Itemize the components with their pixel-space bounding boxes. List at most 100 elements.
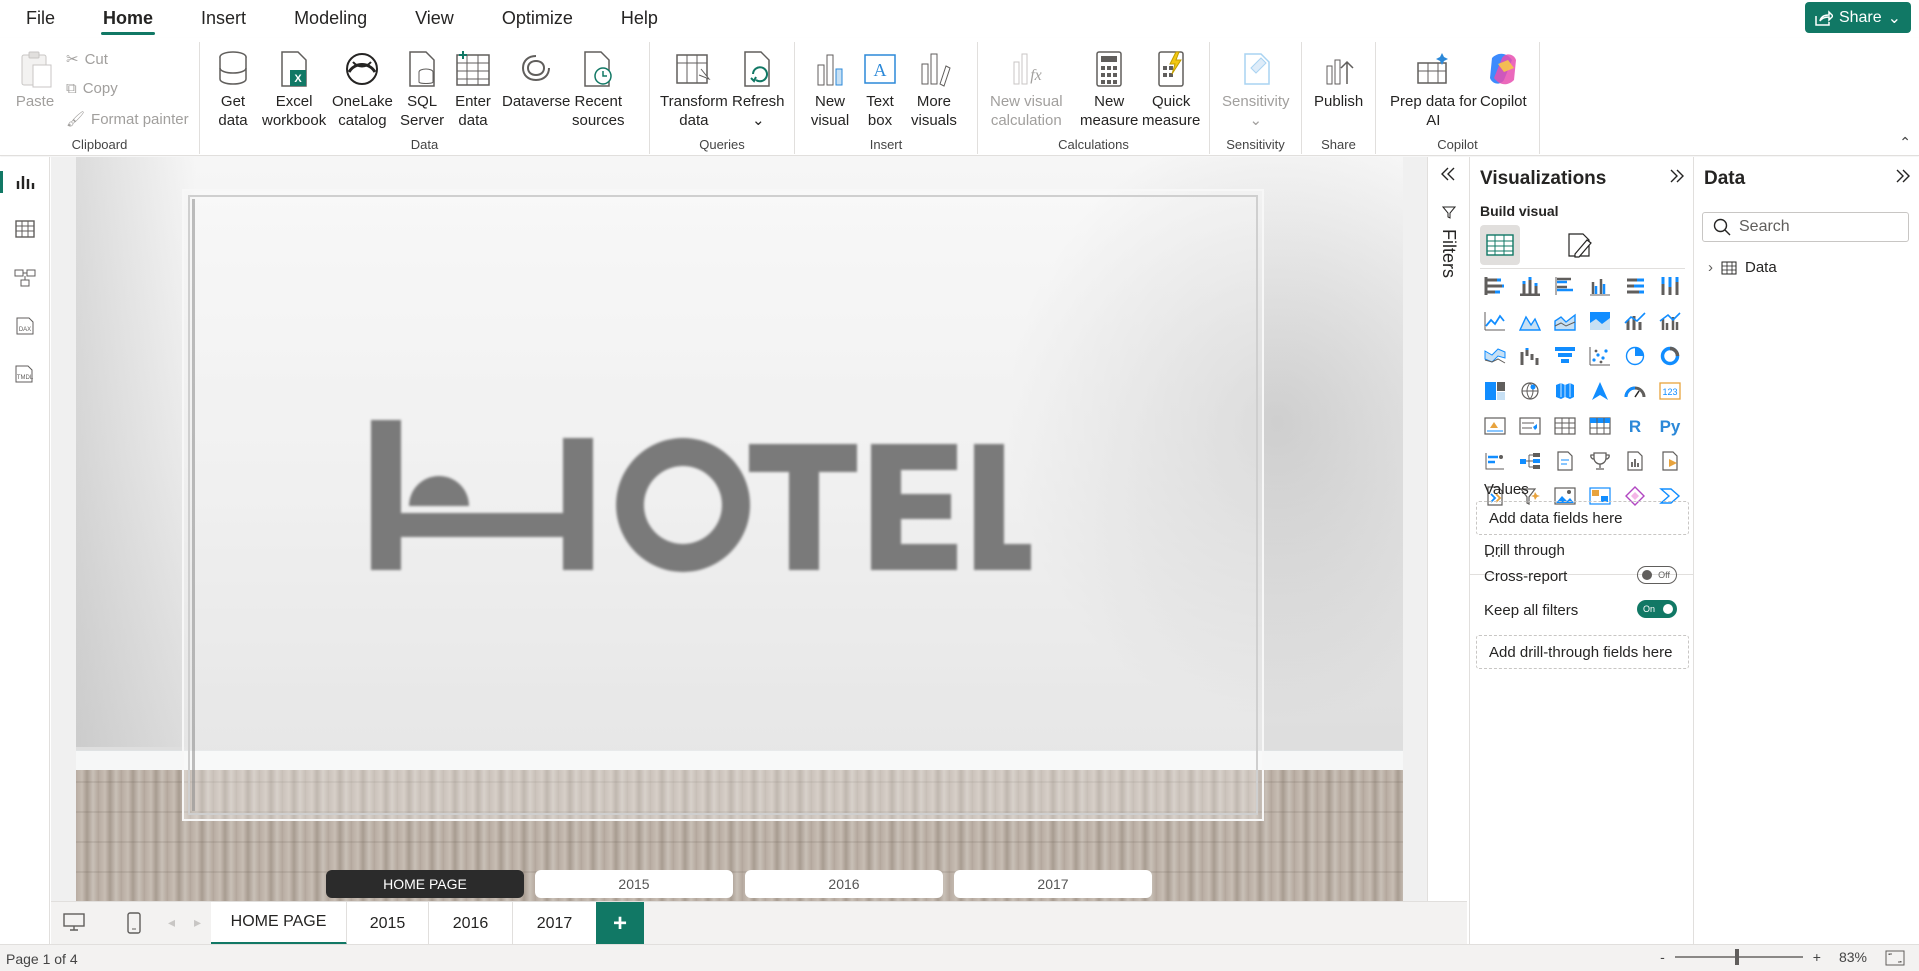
publish-button[interactable]: Publish	[1314, 48, 1363, 111]
expand-filters-icon[interactable]	[1440, 167, 1456, 185]
filters-pane[interactable]: Filters	[1427, 157, 1469, 901]
recent-sources-button[interactable]: Recent sources	[572, 48, 625, 130]
nav-button-2015[interactable]: 2015	[535, 870, 733, 898]
sensitivity-button[interactable]: Sensitivity ⌄	[1222, 48, 1290, 130]
drill-through-drop-zone[interactable]: Add drill-through fields here	[1476, 635, 1689, 669]
format-visual-tab-icon[interactable]	[1560, 225, 1600, 265]
quick-measure-button[interactable]: Quick measure	[1142, 48, 1200, 130]
scroll-right-icon[interactable]: ▸	[194, 914, 201, 931]
pie-chart-icon[interactable]	[1620, 343, 1650, 369]
nav-button-home-page[interactable]: HOME PAGE	[326, 870, 524, 898]
desktop-layout-icon[interactable]	[63, 912, 85, 935]
key-influencers-icon[interactable]	[1480, 448, 1510, 474]
100-stacked-column-chart-icon[interactable]	[1655, 273, 1685, 299]
r-script-visual-icon[interactable]: R	[1620, 413, 1650, 439]
collapse-ribbon-icon[interactable]: ⌃	[1899, 134, 1911, 151]
slicer-icon[interactable]	[1515, 413, 1545, 439]
line-chart-icon[interactable]	[1480, 308, 1510, 334]
gauge-icon[interactable]	[1620, 378, 1650, 404]
hotel-logo[interactable]	[371, 420, 1031, 580]
model-view-icon[interactable]	[10, 263, 40, 293]
text-box-button[interactable]: A Text box	[859, 48, 901, 130]
data-table-node[interactable]: › Data	[1708, 259, 1777, 276]
table-icon[interactable]	[1550, 413, 1580, 439]
donut-chart-icon[interactable]	[1655, 343, 1685, 369]
menu-modeling[interactable]: Modeling	[268, 0, 389, 36]
scatter-chart-icon[interactable]	[1585, 343, 1615, 369]
collapse-visualizations-icon[interactable]	[1669, 169, 1685, 187]
100-stacked-bar-chart-icon[interactable]	[1620, 273, 1650, 299]
waterfall-chart-icon[interactable]	[1515, 343, 1545, 369]
keep-all-filters-toggle[interactable]: On	[1637, 600, 1677, 618]
treemap-icon[interactable]	[1480, 378, 1510, 404]
search-input[interactable]	[1739, 218, 1899, 236]
power-apps-icon[interactable]	[1655, 448, 1685, 474]
onelake-catalog-button[interactable]: OneLake catalog	[332, 48, 393, 130]
page-tab-2015[interactable]: 2015	[347, 902, 429, 945]
fit-to-page-icon[interactable]	[1885, 950, 1905, 969]
kpi-icon[interactable]	[1480, 413, 1510, 439]
collapse-data-pane-icon[interactable]	[1895, 169, 1911, 187]
refresh-button[interactable]: Refresh ⌄	[732, 48, 785, 130]
transform-data-button[interactable]: Transform data	[660, 48, 728, 130]
values-drop-zone[interactable]: Add data fields here	[1476, 501, 1689, 535]
line-and-clustered-column-chart-icon[interactable]	[1655, 308, 1685, 334]
menu-insert[interactable]: Insert	[175, 0, 268, 36]
menu-home[interactable]: Home	[77, 0, 175, 36]
dax-query-view-icon[interactable]: DAX	[10, 311, 40, 341]
menu-view[interactable]: View	[389, 0, 476, 36]
more-visuals-button[interactable]: More visuals	[911, 48, 957, 130]
filled-map-icon[interactable]	[1550, 378, 1580, 404]
page-tab-2017[interactable]: 2017	[513, 902, 597, 945]
table-view-icon[interactable]	[10, 214, 40, 244]
stacked-column-chart-icon[interactable]	[1515, 273, 1545, 299]
python-visual-icon[interactable]: Py	[1655, 413, 1685, 439]
zoom-out-button[interactable]: -	[1660, 949, 1665, 965]
new-measure-button[interactable]: New measure	[1080, 48, 1138, 130]
report-view-icon[interactable]	[0, 167, 40, 197]
dataverse-button[interactable]: Dataverse	[502, 48, 570, 111]
cross-report-toggle[interactable]: Off	[1637, 566, 1677, 584]
new-visual-calculation-button[interactable]: fx New visual calculation	[990, 48, 1063, 130]
prep-data-for-ai-button[interactable]: Prep data for AI	[1390, 48, 1477, 130]
narrative-icon[interactable]	[1585, 448, 1615, 474]
card-icon[interactable]: 123	[1655, 378, 1685, 404]
nav-button-2017[interactable]: 2017	[954, 870, 1152, 898]
map-icon[interactable]	[1515, 378, 1545, 404]
stacked-area-chart-icon[interactable]	[1550, 308, 1580, 334]
copy-button[interactable]: ⧉ Copy	[66, 80, 118, 97]
menu-file[interactable]: File	[0, 0, 77, 36]
area-chart-icon[interactable]	[1515, 308, 1545, 334]
stacked-bar-chart-icon[interactable]	[1480, 273, 1510, 299]
new-visual-button[interactable]: New visual	[809, 48, 851, 130]
chevron-right-icon[interactable]: ›	[1708, 259, 1713, 276]
zoom-slider[interactable]	[1674, 949, 1803, 965]
enter-data-button[interactable]: Enter data	[452, 48, 494, 130]
clustered-bar-chart-icon[interactable]	[1550, 273, 1580, 299]
matrix-icon[interactable]	[1585, 413, 1615, 439]
q-and-a-icon[interactable]	[1550, 448, 1580, 474]
copilot-button[interactable]: Copilot	[1480, 48, 1527, 111]
clustered-column-chart-icon[interactable]	[1585, 273, 1615, 299]
build-visual-tab-icon[interactable]	[1480, 225, 1520, 265]
scroll-left-icon[interactable]: ◂	[168, 914, 175, 931]
page-tab-2016[interactable]: 2016	[429, 902, 513, 945]
funnel-chart-icon[interactable]	[1550, 343, 1580, 369]
cut-button[interactable]: ✂ Cut	[66, 50, 108, 69]
excel-workbook-button[interactable]: X Excel workbook	[262, 48, 326, 130]
sql-server-button[interactable]: SQL Server	[400, 48, 444, 130]
mobile-layout-icon[interactable]	[127, 912, 141, 937]
zoom-slider-knob[interactable]	[1734, 949, 1739, 965]
paginated-report-icon[interactable]	[1620, 448, 1650, 474]
nav-button-2016[interactable]: 2016	[745, 870, 943, 898]
add-page-button[interactable]: +	[596, 902, 644, 945]
format-painter-button[interactable]: 🖌 Format painter	[66, 110, 189, 129]
get-data-button[interactable]: Get data	[212, 48, 254, 130]
menu-help[interactable]: Help	[595, 0, 680, 36]
100-stacked-area-chart-icon[interactable]	[1585, 308, 1615, 334]
zoom-in-button[interactable]: +	[1813, 949, 1821, 965]
page-tab-home-page[interactable]: HOME PAGE	[211, 902, 347, 945]
line-and-stacked-column-chart-icon[interactable]	[1620, 308, 1650, 334]
share-button[interactable]: Share ⌄	[1805, 2, 1911, 33]
azure-map-icon[interactable]	[1585, 378, 1615, 404]
